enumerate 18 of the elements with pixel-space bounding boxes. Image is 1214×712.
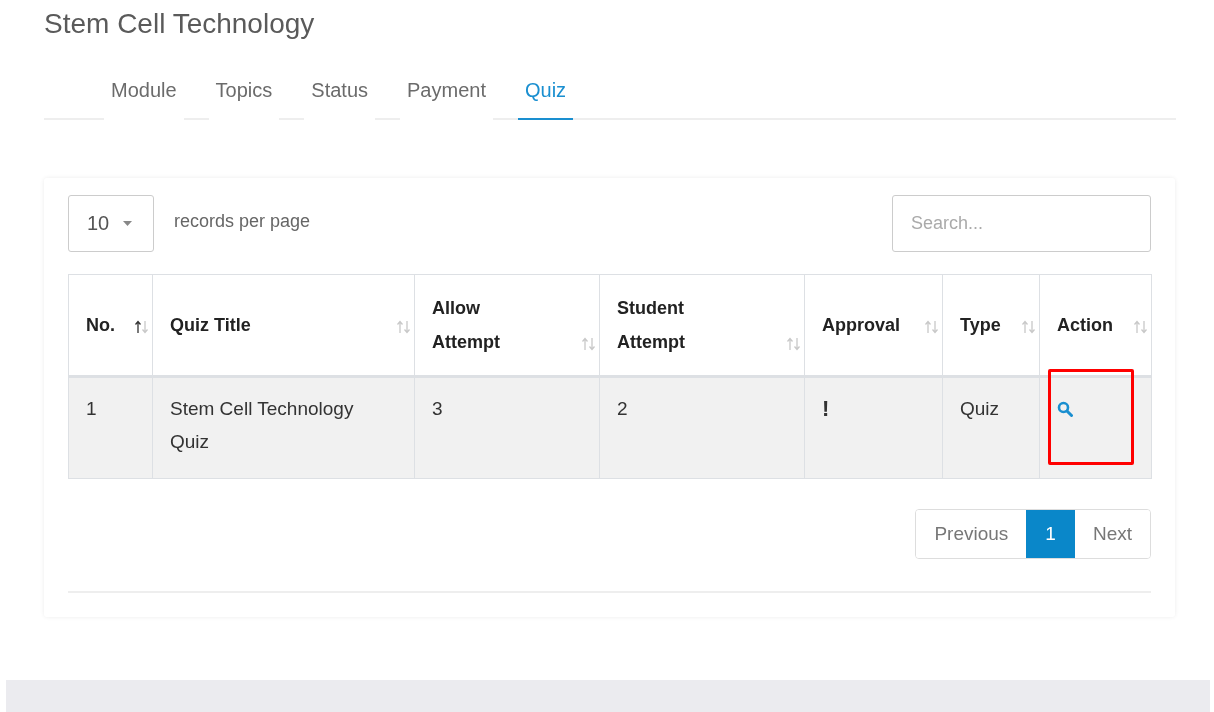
table-cell: Stem Cell Technology Quiz <box>152 376 415 479</box>
tab[interactable]: Payment <box>400 74 493 120</box>
page-size-select[interactable]: 10 <box>68 195 154 252</box>
tab[interactable]: Status <box>304 74 375 120</box>
records-per-page-label: records per page <box>174 211 311 232</box>
search-field[interactable]: Search... <box>892 195 1151 252</box>
table-cell: 2 <box>599 376 805 479</box>
tab[interactable]: Module <box>104 74 184 120</box>
table-cell: Quiz <box>942 376 1040 479</box>
table-cell: ! <box>804 376 943 479</box>
search-icon[interactable] <box>1057 401 1073 417</box>
table-cell: 1 <box>68 376 153 479</box>
pagination-button[interactable]: 1 <box>1026 510 1075 558</box>
tab[interactable]: Quiz <box>517 74 574 120</box>
tab[interactable]: Topics <box>208 74 280 120</box>
caret-icon <box>123 221 133 226</box>
page-title: Stem Cell Technology <box>43 7 316 41</box>
table-cell: 3 <box>414 376 600 479</box>
